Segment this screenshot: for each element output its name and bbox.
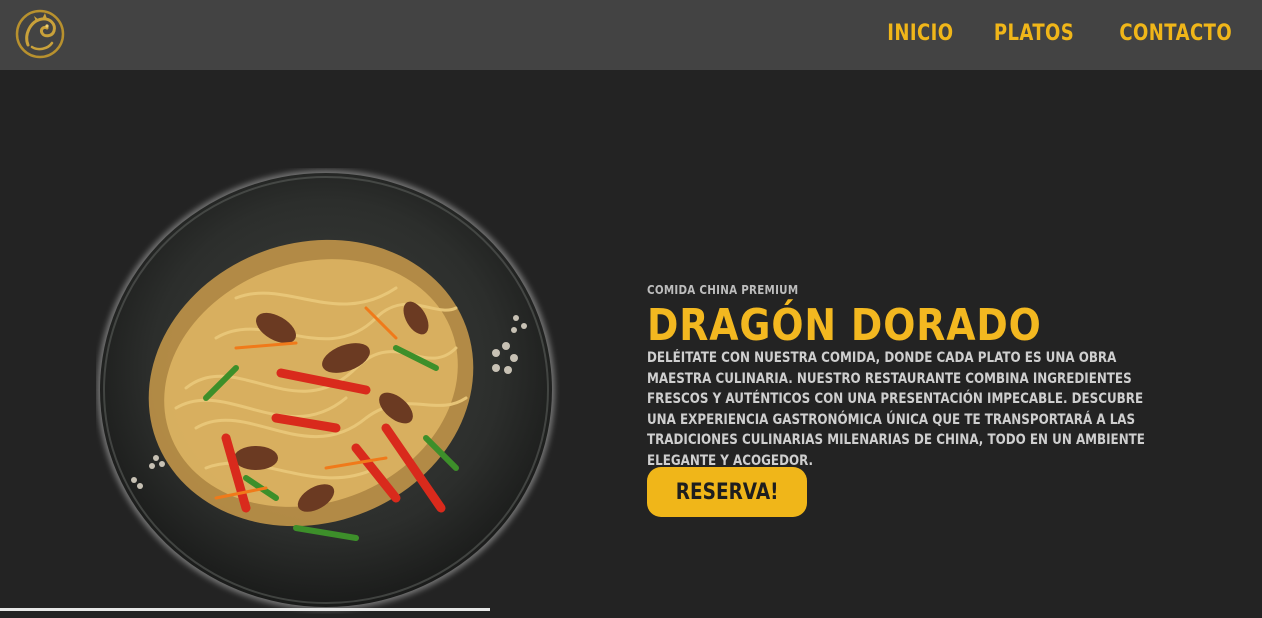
hero-eyebrow: COMIDA CHINA PREMIUM: [647, 283, 799, 297]
dragon-logo-icon[interactable]: [14, 7, 66, 61]
hero-text-block: COMIDA CHINA PREMIUM DRAGÓN DORADO DELÉI…: [647, 283, 1187, 517]
noodles-plate-image: [96, 168, 560, 614]
hero-description: DELÉITATE CON NUESTRA COMIDA, DONDE CADA…: [647, 350, 1145, 469]
nav-link-contacto[interactable]: CONTACTO: [1119, 18, 1232, 50]
main-nav: INICIO PLATOS CONTACTO: [880, 18, 1244, 50]
top-navbar: INICIO PLATOS CONTACTO: [0, 0, 1262, 70]
hero-title: DRAGÓN DORADO: [647, 300, 1042, 351]
nav-link-platos[interactable]: PLATOS: [993, 18, 1073, 50]
reserve-button[interactable]: RESERVA!: [647, 467, 807, 517]
hero-section: COMIDA CHINA PREMIUM DRAGÓN DORADO DELÉI…: [0, 70, 1262, 611]
nav-link-inicio[interactable]: INICIO: [887, 18, 953, 50]
reserve-button-label: RESERVA!: [675, 479, 779, 505]
